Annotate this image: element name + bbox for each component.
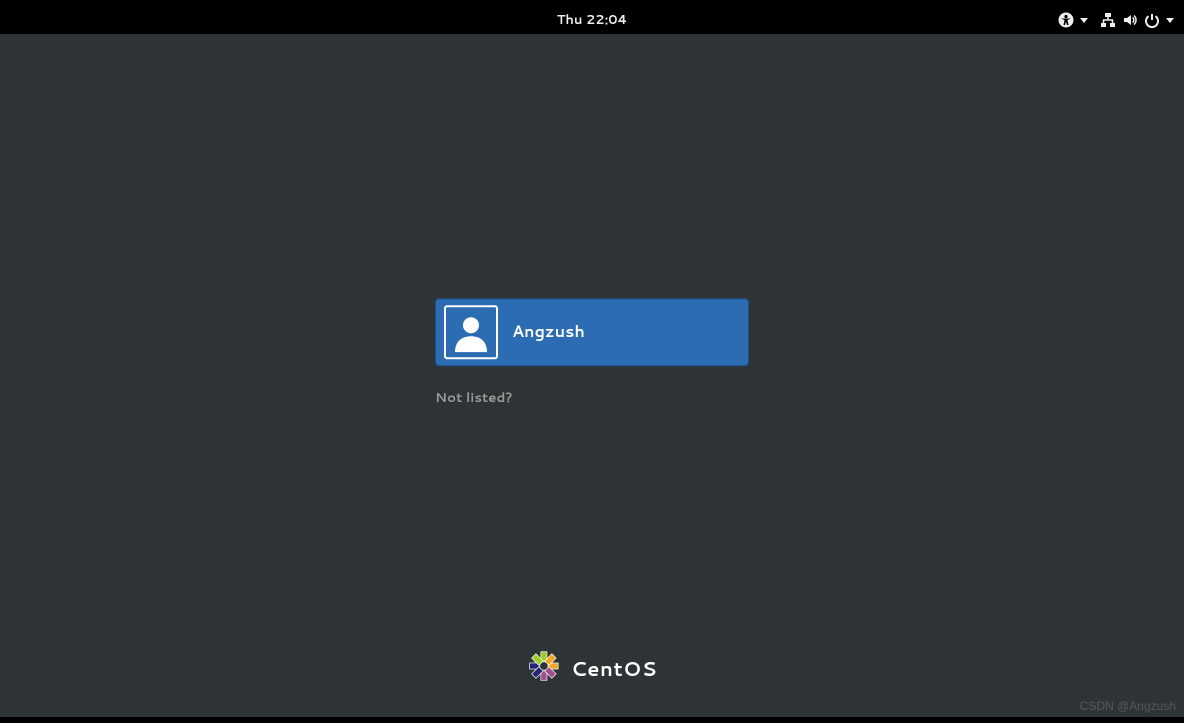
system-status-menu[interactable]: [1100, 12, 1174, 28]
accessibility-menu[interactable]: [1058, 12, 1088, 28]
network-wired-icon: [1100, 12, 1116, 28]
chevron-down-icon: [1080, 18, 1088, 23]
user-chooser: Angzush Not listed?: [435, 298, 749, 408]
chevron-down-icon: [1166, 18, 1174, 23]
user-list-item[interactable]: Angzush: [435, 298, 749, 366]
system-tray: [1058, 12, 1174, 28]
distro-branding: CentOS: [527, 649, 657, 689]
user-name-label: Angzush: [512, 320, 585, 343]
accessibility-icon: [1058, 12, 1074, 28]
avatar: [444, 305, 498, 359]
watermark-text: CSDN @Angzush: [1080, 699, 1176, 713]
distro-name-label: CentOS: [571, 655, 657, 683]
centos-logo-icon: [527, 649, 561, 689]
user-avatar-icon: [451, 312, 491, 352]
power-icon: [1144, 12, 1160, 28]
volume-icon: [1122, 12, 1138, 28]
top-bar: Thu 22:04: [0, 6, 1184, 34]
not-listed-link[interactable]: Not listed?: [435, 388, 512, 407]
letterbox-bottom: [0, 717, 1184, 723]
login-screen: Thu 22:04: [0, 0, 1184, 723]
clock-label[interactable]: Thu 22:04: [557, 11, 628, 29]
